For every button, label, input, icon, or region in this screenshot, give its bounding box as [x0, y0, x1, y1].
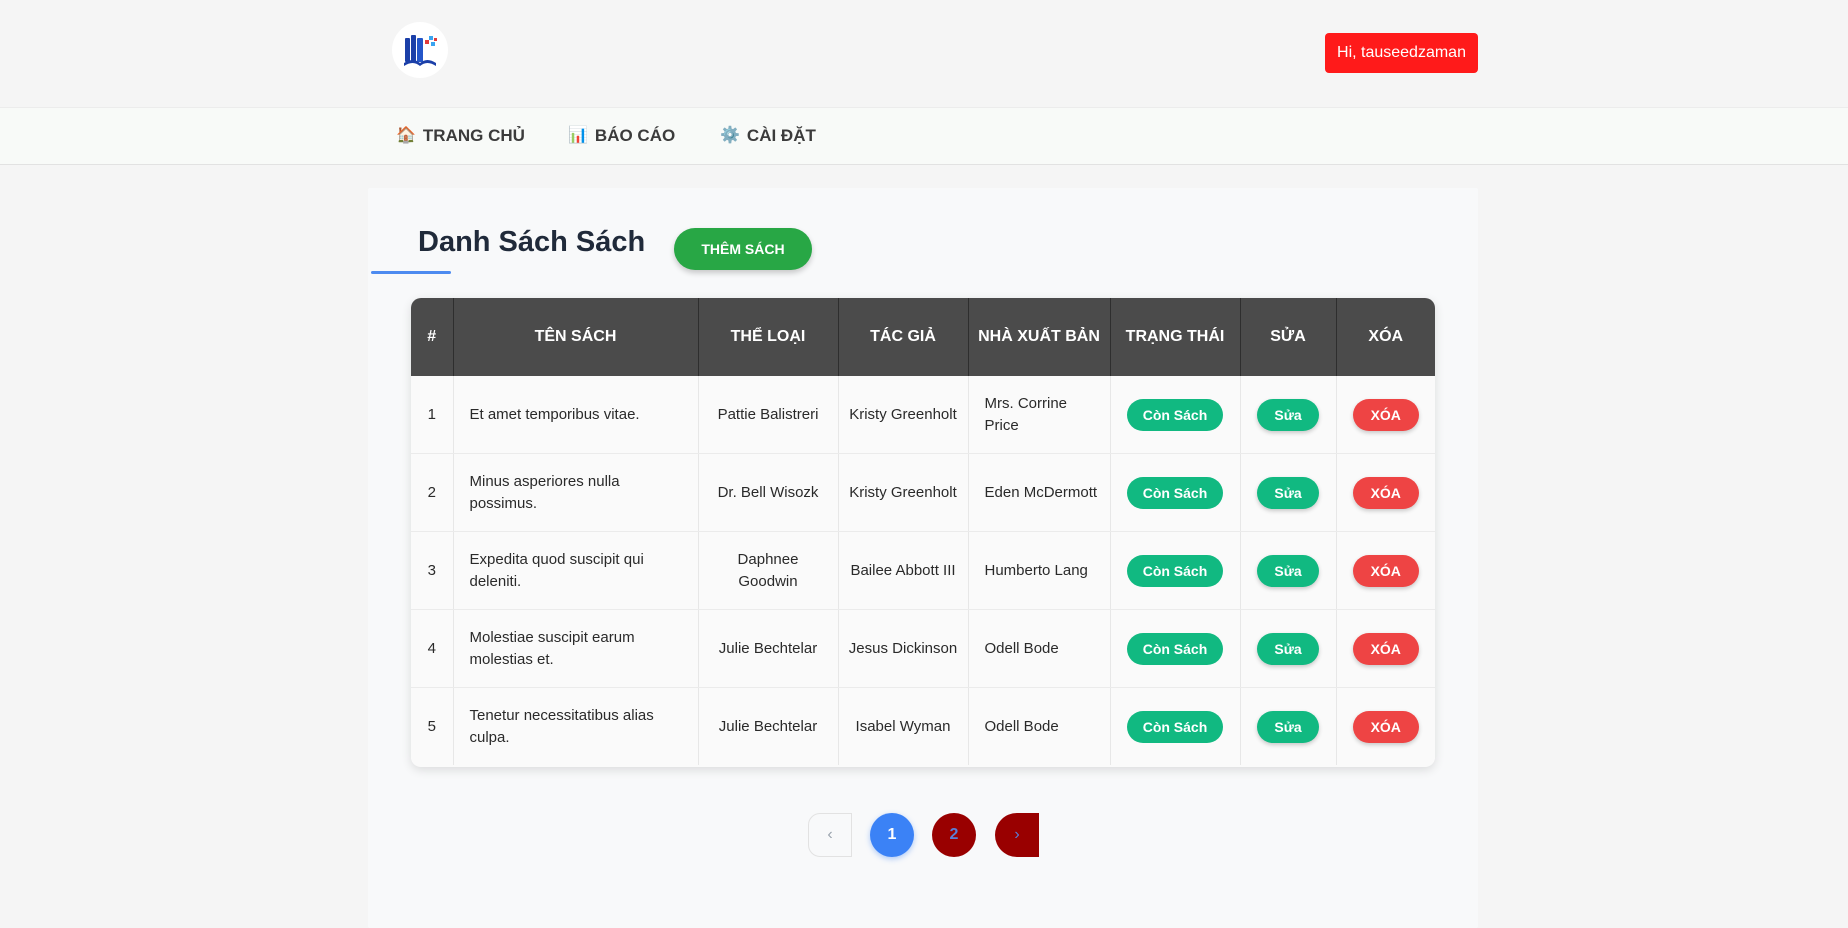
status-badge: Còn Sách	[1127, 554, 1223, 587]
title-underline	[371, 271, 451, 274]
delete-button[interactable]: XÓA	[1352, 398, 1419, 431]
table-row: 3 Expedita quod suscipit qui deleniti. D…	[411, 531, 1435, 610]
nav-item-reports[interactable]: 📊 BÁO CÁO	[568, 108, 675, 164]
nav-item-label: CÀI ĐẶT	[746, 126, 816, 145]
column-header-number: #	[411, 298, 454, 376]
main-nav: 🏠 TRANG CHỦ 📊 BÁO CÁO ⚙️ CÀI ĐẶT	[0, 107, 1848, 165]
column-header-category: THỂ LOẠI	[698, 298, 839, 376]
edit-button[interactable]: Sửa	[1257, 710, 1319, 743]
book-author: Jesus Dickinson	[838, 609, 969, 688]
book-title: Molestiae suscipit earum molestias et.	[453, 609, 699, 688]
header: Hi, tauseedzaman	[0, 0, 1848, 107]
delete-button[interactable]: XÓA	[1352, 476, 1419, 509]
book-publisher: Odell Bode	[968, 687, 1111, 765]
nav-item-home[interactable]: 🏠 TRANG CHỦ	[396, 108, 525, 164]
book-category: Julie Bechtelar	[698, 687, 839, 765]
gear-icon: ⚙️	[720, 127, 740, 144]
page-title: Danh Sách Sách	[418, 226, 646, 258]
row-number: 4	[411, 609, 454, 688]
column-header-edit: SỬA	[1240, 298, 1337, 376]
book-category: Dr. Bell Wisozk	[698, 453, 839, 532]
nav-item-label: TRANG CHỦ	[422, 126, 525, 145]
status-badge: Còn Sách	[1127, 476, 1223, 509]
status-badge: Còn Sách	[1127, 632, 1223, 665]
edit-button[interactable]: Sửa	[1257, 398, 1319, 431]
nav-item-settings[interactable]: ⚙️ CÀI ĐẶT	[720, 108, 816, 164]
chart-icon: 📊	[568, 127, 588, 144]
table-row: 1 Et amet temporibus vitae. Pattie Balis…	[411, 376, 1435, 454]
status-badge: Còn Sách	[1127, 710, 1223, 743]
book-category: Pattie Balistreri	[698, 376, 839, 454]
book-author: Kristy Greenholt	[838, 453, 969, 532]
status-badge: Còn Sách	[1127, 398, 1223, 431]
row-number: 5	[411, 687, 454, 765]
column-header-author: TÁC GIẢ	[838, 298, 969, 376]
column-header-delete: XÓA	[1336, 298, 1435, 376]
delete-button[interactable]: XÓA	[1352, 710, 1419, 743]
book-title: Et amet temporibus vitae.	[453, 376, 699, 454]
nav-item-label: BÁO CÁO	[594, 126, 676, 145]
edit-button[interactable]: Sửa	[1257, 476, 1319, 509]
books-table: # TÊN SÁCH THỂ LOẠI TÁC GIẢ NHÀ XUẤT BẢN…	[411, 298, 1435, 767]
book-publisher: Mrs. Corrine Price	[968, 376, 1111, 454]
table-row: 2 Minus asperiores nulla possimus. Dr. B…	[411, 453, 1435, 532]
pagination: ‹ 1 2 ›	[0, 813, 1848, 857]
add-book-button[interactable]: THÊM SÁCH	[674, 228, 812, 270]
row-number: 3	[411, 531, 454, 610]
row-number: 2	[411, 453, 454, 532]
edit-button[interactable]: Sửa	[1257, 632, 1319, 665]
book-author: Kristy Greenholt	[838, 376, 969, 454]
book-title: Minus asperiores nulla possimus.	[453, 453, 699, 532]
book-publisher: Eden McDermott	[968, 453, 1111, 532]
user-greeting-button[interactable]: Hi, tauseedzaman	[1325, 33, 1478, 73]
books-logo-icon	[404, 35, 437, 66]
table-header-row: # TÊN SÁCH THỂ LOẠI TÁC GIẢ NHÀ XUẤT BẢN…	[411, 298, 1435, 376]
library-logo[interactable]	[392, 22, 448, 78]
column-header-publisher: NHÀ XUẤT BẢN	[968, 298, 1111, 376]
delete-button[interactable]: XÓA	[1352, 632, 1419, 665]
next-page-button[interactable]: ›	[995, 813, 1039, 857]
book-author: Bailee Abbott III	[838, 531, 969, 610]
prev-page-button[interactable]: ‹	[808, 813, 852, 857]
table-row: 4 Molestiae suscipit earum molestias et.…	[411, 609, 1435, 688]
edit-button[interactable]: Sửa	[1257, 554, 1319, 587]
book-title: Expedita quod suscipit qui deleniti.	[453, 531, 699, 610]
page-2-button[interactable]: 2	[932, 813, 976, 857]
book-publisher: Humberto Lang	[968, 531, 1111, 610]
page-1-button[interactable]: 1	[870, 813, 914, 857]
table-row: 5 Tenetur necessitatibus alias culpa. Ju…	[411, 687, 1435, 765]
row-number: 1	[411, 376, 454, 454]
book-title: Tenetur necessitatibus alias culpa.	[453, 687, 699, 765]
column-header-status: TRẠNG THÁI	[1110, 298, 1241, 376]
book-category: Daphnee Goodwin	[698, 531, 839, 610]
book-author: Isabel Wyman	[838, 687, 969, 765]
column-header-title: TÊN SÁCH	[453, 298, 699, 376]
book-category: Julie Bechtelar	[698, 609, 839, 688]
book-publisher: Odell Bode	[968, 609, 1111, 688]
home-icon: 🏠	[396, 127, 416, 144]
delete-button[interactable]: XÓA	[1352, 554, 1419, 587]
